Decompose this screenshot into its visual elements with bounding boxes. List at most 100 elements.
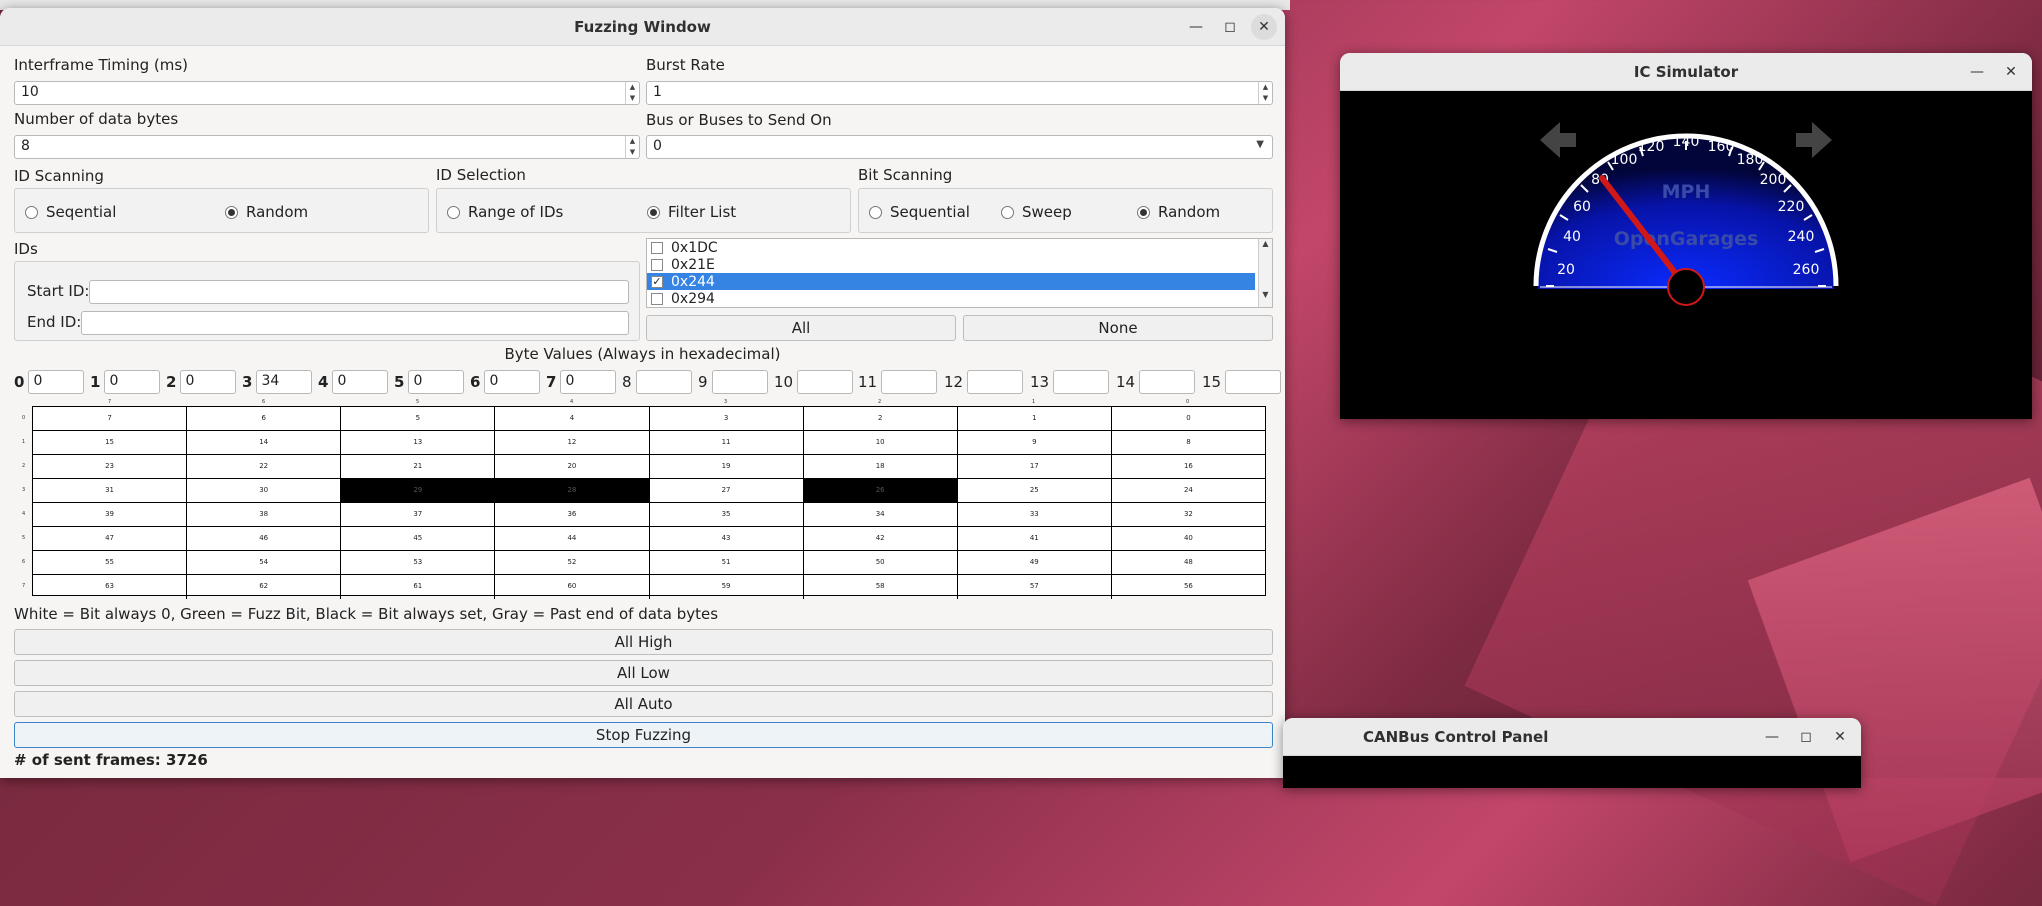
- checkbox-checked-icon[interactable]: ✓: [651, 275, 663, 288]
- interframe-spinbox[interactable]: 10 ▲ ▼: [14, 81, 640, 105]
- bit-cell[interactable]: 6: [187, 407, 342, 430]
- bit-cell[interactable]: 17: [958, 455, 1112, 478]
- bit-cell[interactable]: 23: [33, 455, 188, 478]
- radio-random[interactable]: Random: [225, 203, 308, 221]
- ndb-spinbox[interactable]: 8 ▲ ▼: [14, 135, 640, 159]
- bit-cell[interactable]: 13: [341, 431, 496, 454]
- minimize-icon[interactable]: —: [1964, 59, 1990, 85]
- bit-cell[interactable]: 1: [958, 407, 1112, 430]
- bit-cell[interactable]: 12: [495, 431, 650, 454]
- radio-sequential[interactable]: Sequential: [869, 203, 970, 221]
- bit-cell[interactable]: 62: [187, 575, 342, 599]
- byte-input[interactable]: [635, 370, 692, 394]
- bit-cell[interactable]: 7: [33, 407, 188, 430]
- bit-cell[interactable]: 40: [1112, 527, 1265, 550]
- bit-cell[interactable]: 58: [804, 575, 958, 599]
- bit-cell[interactable]: 31: [33, 479, 188, 502]
- end-id-input[interactable]: [81, 311, 629, 335]
- bit-cell[interactable]: 56: [1112, 575, 1265, 599]
- byte-input[interactable]: 0: [484, 370, 541, 394]
- bit-cell[interactable]: 25: [958, 479, 1112, 502]
- bit-cell[interactable]: 45: [341, 527, 496, 550]
- bit-cell[interactable]: 37: [341, 503, 496, 526]
- bit-cell[interactable]: 50: [804, 551, 958, 574]
- bit-cell[interactable]: 60: [495, 575, 650, 599]
- radio-filter-list[interactable]: Filter List: [647, 203, 736, 221]
- byte-input[interactable]: [797, 370, 854, 394]
- close-icon[interactable]: ✕: [1827, 724, 1853, 750]
- spin-arrows-icon[interactable]: ▲ ▼: [1258, 82, 1272, 104]
- bit-cell[interactable]: 18: [804, 455, 958, 478]
- spin-arrows-icon[interactable]: ▲ ▼: [625, 82, 639, 104]
- byte-input[interactable]: 0: [408, 370, 465, 394]
- all-high-button[interactable]: All High: [14, 629, 1273, 655]
- list-item-selected[interactable]: ✓ 0x244: [647, 273, 1255, 290]
- close-icon[interactable]: ✕: [1998, 59, 2024, 85]
- bit-cell-set[interactable]: 28: [495, 479, 650, 502]
- bit-cell[interactable]: 4: [495, 407, 650, 430]
- byte-input[interactable]: 0: [560, 370, 617, 394]
- bit-cell[interactable]: 49: [958, 551, 1112, 574]
- checkbox-icon[interactable]: [651, 258, 663, 271]
- bit-cell[interactable]: 10: [804, 431, 958, 454]
- bit-cell[interactable]: 54: [187, 551, 342, 574]
- bit-cell[interactable]: 8: [1112, 431, 1265, 454]
- byte-input[interactable]: 34: [256, 370, 313, 394]
- bit-cell[interactable]: 38: [187, 503, 342, 526]
- bit-cell[interactable]: 47: [33, 527, 188, 550]
- minimize-icon[interactable]: —: [1759, 724, 1785, 750]
- bit-cell[interactable]: 52: [495, 551, 650, 574]
- bit-cell[interactable]: 46: [187, 527, 342, 550]
- bit-cell-set[interactable]: 26: [803, 479, 958, 502]
- bit-cell[interactable]: 44: [495, 527, 650, 550]
- byte-input[interactable]: [967, 370, 1024, 394]
- scrollbar[interactable]: ▲ ▼: [1258, 239, 1272, 307]
- bit-cell[interactable]: 14: [187, 431, 342, 454]
- bit-cell[interactable]: 63: [33, 575, 188, 599]
- bit-cell[interactable]: 35: [650, 503, 804, 526]
- bit-cell[interactable]: 16: [1112, 455, 1265, 478]
- bit-cell[interactable]: 57: [958, 575, 1112, 599]
- list-item[interactable]: 0x294: [647, 290, 1255, 307]
- bit-cell[interactable]: 0: [1112, 407, 1265, 430]
- bit-cell[interactable]: 11: [650, 431, 804, 454]
- none-button[interactable]: None: [963, 315, 1273, 341]
- minimize-icon[interactable]: —: [1183, 14, 1209, 40]
- byte-input[interactable]: [1225, 370, 1282, 394]
- bit-cell[interactable]: 5: [341, 407, 496, 430]
- bit-cell[interactable]: 33: [958, 503, 1112, 526]
- bit-cell[interactable]: 3: [650, 407, 804, 430]
- checkbox-icon[interactable]: [651, 292, 663, 305]
- all-button[interactable]: All: [646, 315, 956, 341]
- bit-cell[interactable]: 34: [804, 503, 958, 526]
- radio-seqential[interactable]: Seqential: [25, 203, 116, 221]
- byte-input[interactable]: 0: [332, 370, 389, 394]
- close-icon[interactable]: ✕: [1251, 14, 1277, 40]
- bit-cell[interactable]: 42: [804, 527, 958, 550]
- bit-cell[interactable]: 53: [341, 551, 496, 574]
- bit-cell[interactable]: 21: [341, 455, 496, 478]
- bit-cell[interactable]: 48: [1112, 551, 1265, 574]
- bit-cell[interactable]: 27: [650, 479, 804, 502]
- spin-arrows-icon[interactable]: ▲ ▼: [625, 136, 639, 158]
- bit-cell[interactable]: 2: [804, 407, 958, 430]
- start-id-input[interactable]: [89, 280, 629, 304]
- radio-sweep[interactable]: Sweep: [1001, 203, 1072, 221]
- bit-cell[interactable]: 55: [33, 551, 188, 574]
- bit-cell[interactable]: 19: [650, 455, 804, 478]
- maximize-icon[interactable]: ◻: [1793, 724, 1819, 750]
- bit-cell[interactable]: 32: [1112, 503, 1265, 526]
- bit-cell[interactable]: 51: [650, 551, 804, 574]
- byte-input[interactable]: [1139, 370, 1196, 394]
- stop-fuzzing-button[interactable]: Stop Fuzzing: [14, 722, 1273, 748]
- bit-cell[interactable]: 41: [958, 527, 1112, 550]
- byte-input[interactable]: [881, 370, 938, 394]
- bit-cell[interactable]: 39: [33, 503, 188, 526]
- checkbox-icon[interactable]: [651, 241, 663, 254]
- all-auto-button[interactable]: All Auto: [14, 691, 1273, 717]
- bit-cell[interactable]: 24: [1112, 479, 1265, 502]
- bit-cell[interactable]: 20: [495, 455, 650, 478]
- radio-range-of-ids[interactable]: Range of IDs: [447, 203, 563, 221]
- bit-cell[interactable]: 43: [650, 527, 804, 550]
- list-item[interactable]: 0x21E: [647, 256, 1255, 273]
